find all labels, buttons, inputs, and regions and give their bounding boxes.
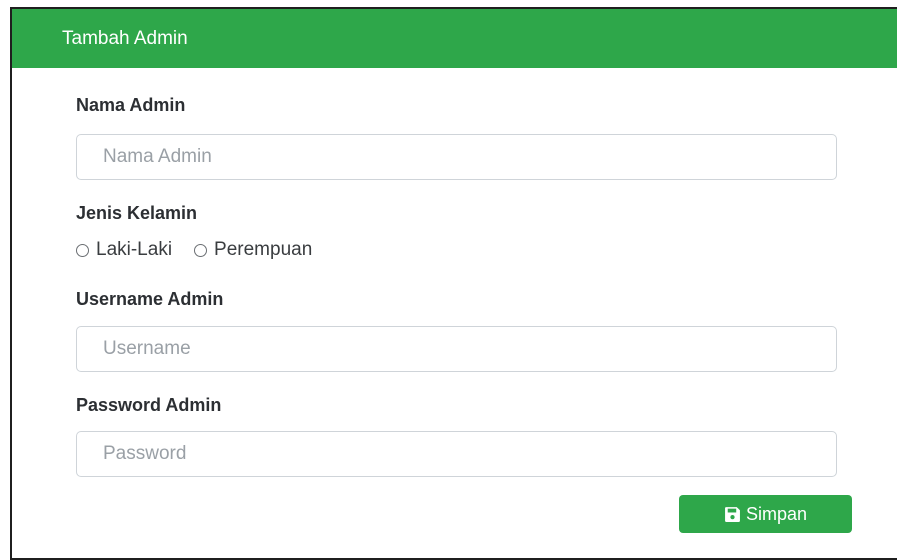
password-admin-label: Password Admin — [76, 395, 222, 415]
card-title: Tambah Admin — [62, 27, 188, 49]
add-admin-card: Tambah Admin Nama Admin Jenis Kelamin La… — [10, 7, 897, 560]
radio-perempuan[interactable]: Perempuan — [194, 239, 312, 261]
nama-admin-label: Nama Admin — [76, 95, 186, 115]
card-header: Tambah Admin — [12, 9, 897, 68]
radio-button[interactable] — [194, 243, 208, 257]
username-input[interactable] — [76, 326, 837, 372]
floppy-disk-icon — [724, 506, 741, 523]
radio-label-laki-laki: Laki-Laki — [96, 239, 173, 260]
username-admin-label: Username Admin — [76, 289, 224, 309]
radio-laki-laki[interactable]: Laki-Laki — [76, 239, 172, 261]
password-input[interactable] — [76, 431, 837, 477]
nama-admin-input[interactable] — [76, 134, 837, 180]
save-button[interactable]: Simpan — [679, 495, 852, 533]
radio-button[interactable] — [76, 243, 89, 257]
radio-label-perempuan: Perempuan — [214, 239, 313, 260]
gender-radio-group: Laki-Laki Perempuan — [76, 238, 334, 262]
save-button-label: Simpan — [745, 503, 808, 524]
jenis-kelamin-label: Jenis Kelamin — [76, 203, 198, 223]
